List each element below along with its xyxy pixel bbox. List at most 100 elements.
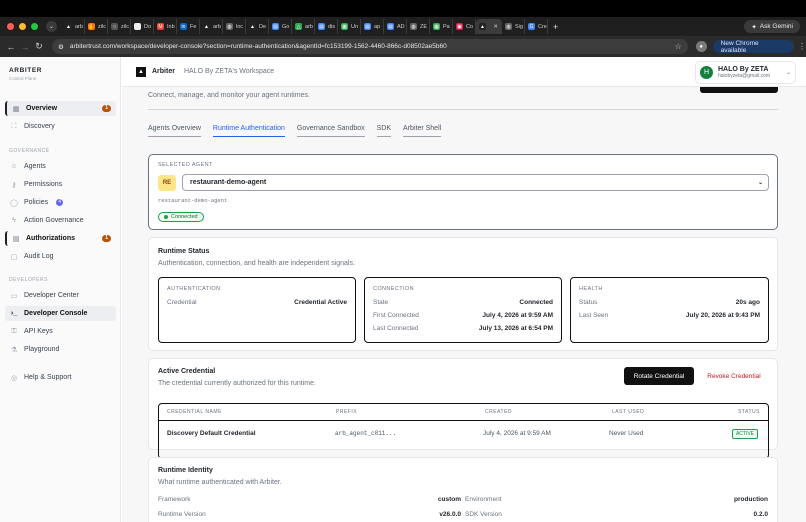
ask-gemini-label: Ask Gemini bbox=[759, 23, 793, 30]
sidebar-item-policies[interactable]: ◯ Policies 4 bbox=[5, 195, 116, 210]
sidebar-item-agents[interactable]: ☺ Agents bbox=[5, 159, 116, 174]
brand-subtitle: Control Plane bbox=[9, 76, 37, 81]
sidebar-item-label: Agents bbox=[24, 163, 46, 170]
browser-tab-label: arb bbox=[213, 23, 221, 30]
browser-tab-label: Pa bbox=[443, 23, 450, 30]
tab-search-icon[interactable]: ⌄ bbox=[46, 21, 57, 32]
tab-arbiter-shell[interactable]: Arbiter Shell bbox=[403, 125, 442, 137]
url-input[interactable]: ⚙ arbitertrust.com/workspace/developer-c… bbox=[52, 39, 688, 54]
policies-badge: 4 bbox=[56, 199, 64, 206]
browser-tab[interactable]: ▤ AD bbox=[384, 19, 407, 34]
browser-tab[interactable]: in Fe bbox=[177, 19, 200, 34]
prefix-cell: arb_agent_c811... bbox=[335, 430, 397, 437]
sidebar-item-developer-center[interactable]: ▭ Developer Center bbox=[5, 288, 116, 303]
agent-initials-badge: RE bbox=[158, 175, 176, 191]
maximize-window-icon[interactable] bbox=[31, 23, 38, 30]
user-menu[interactable]: H HALO By ZETA halobyzeta@gmail.com ⌄ bbox=[695, 61, 796, 84]
tab-governance-sandbox[interactable]: Governance Sandbox bbox=[296, 125, 365, 137]
sparkle-icon: ✦ bbox=[751, 23, 757, 31]
forward-arrow-icon[interactable]: → bbox=[18, 42, 32, 52]
runtime-status-title: Runtime Status bbox=[158, 248, 210, 255]
browser-tab[interactable]: ○ Do bbox=[131, 19, 154, 34]
browser-menu-icon[interactable]: ⋮ bbox=[798, 42, 806, 51]
new-chrome-available-button[interactable]: New Chrome available bbox=[712, 40, 795, 54]
sidebar-item-discovery[interactable]: ⛶ Discovery bbox=[5, 119, 116, 134]
created-cell: July 4, 2026 at 9:59 AM bbox=[483, 430, 551, 437]
browser-tab[interactable]: ▣ Co bbox=[453, 19, 476, 34]
drive-icon: △ bbox=[295, 23, 302, 30]
browser-tab[interactable]: ▲ arb bbox=[62, 19, 85, 34]
sidebar-item-api-keys[interactable]: ⚿ API Keys bbox=[5, 324, 116, 339]
browser-tab[interactable]: ▲ De bbox=[246, 19, 269, 34]
browser-tab-label: ap bbox=[374, 23, 381, 30]
connection-panel: CONNECTION State Connected First Connect… bbox=[364, 277, 562, 343]
state-row: State Connected bbox=[373, 299, 553, 306]
runtime-status-card: Runtime Status Authentication, connectio… bbox=[148, 237, 778, 351]
browser-tab[interactable]: ◍ loc bbox=[223, 19, 246, 34]
agent-select[interactable]: restaurant-demo-agent ⌄ bbox=[182, 174, 769, 191]
browser-tab[interactable]: ▤ ap bbox=[361, 19, 384, 34]
header-action-button[interactable] bbox=[700, 87, 778, 93]
revoke-credential-button[interactable]: Revoke Credential bbox=[699, 367, 769, 385]
browser-tab[interactable]: ▦ Pa bbox=[430, 19, 453, 34]
tab-agents-overview[interactable]: Agents Overview bbox=[148, 125, 201, 137]
sidebar-item-overview[interactable]: ▦ Overview 1 bbox=[5, 101, 116, 116]
overview-badge: 1 bbox=[102, 105, 111, 112]
first-connected-key: First Connected bbox=[373, 312, 419, 319]
close-tab-icon[interactable]: ✕ bbox=[493, 24, 498, 30]
browser-tab-label: arb bbox=[75, 23, 83, 30]
box-icon: ▣ bbox=[456, 23, 463, 30]
browser-tab-label: zilc bbox=[121, 23, 129, 30]
profile-avatar-icon[interactable]: ● bbox=[695, 41, 707, 52]
browser-tab[interactable]: M Inb bbox=[154, 19, 177, 34]
tab-runtime-authentication[interactable]: Runtime Authentication bbox=[212, 125, 285, 137]
bookmark-star-icon[interactable]: ☆ bbox=[675, 42, 682, 51]
sidebar-item-audit-log[interactable]: ▢ Audit Log bbox=[5, 249, 116, 264]
browser-tab[interactable]: ✋ zilc bbox=[85, 19, 108, 34]
new-tab-button[interactable]: + bbox=[553, 22, 558, 32]
credential-row: Credential Credential Active bbox=[167, 299, 347, 306]
minimize-window-icon[interactable] bbox=[19, 23, 26, 30]
sidebar-item-help[interactable]: ◎ Help & Support bbox=[5, 370, 116, 385]
browser-tab[interactable]: G Cre bbox=[525, 19, 548, 34]
environment-key: Environment bbox=[465, 496, 502, 503]
back-arrow-icon[interactable]: ← bbox=[4, 42, 18, 52]
browser-tab[interactable]: ▦ Un bbox=[338, 19, 361, 34]
site-info-icon[interactable]: ⚙ bbox=[58, 43, 64, 51]
browser-tab[interactable]: ◍ ZE bbox=[407, 19, 430, 34]
browser-tab[interactable]: ▲ ✕ bbox=[476, 19, 502, 34]
sidebar-item-playground[interactable]: ⚗ Playground bbox=[5, 342, 116, 357]
sidebar-item-authorizations[interactable]: ▤ Authorizations 1 bbox=[5, 231, 116, 246]
user-email: halobyzeta@gmail.com bbox=[718, 73, 771, 79]
main-content: Connect, manage, and monitor your agent … bbox=[122, 87, 806, 522]
ask-gemini-button[interactable]: ✦ Ask Gemini bbox=[744, 20, 800, 33]
last-used-cell: Never Used bbox=[609, 430, 644, 437]
authorizations-badge: 1 bbox=[102, 235, 111, 242]
circle-icon: ○ bbox=[134, 23, 141, 30]
tab-sdk[interactable]: SDK bbox=[376, 125, 392, 137]
browser-tab-label: Cre bbox=[538, 23, 547, 30]
sidebar-item-label: Discovery bbox=[24, 123, 55, 130]
close-window-icon[interactable] bbox=[7, 23, 14, 30]
browser-tab[interactable]: ▤ dis bbox=[315, 19, 338, 34]
browser-tab[interactable]: △ arb bbox=[292, 19, 315, 34]
credential-value: Credential Active bbox=[294, 299, 347, 306]
browser-tab[interactable]: ○ zilc bbox=[108, 19, 131, 34]
sidebar-item-label: Overview bbox=[26, 105, 58, 112]
sidebar-item-action-governance[interactable]: ϟ Action Governance bbox=[5, 213, 116, 228]
sidebar-item-developer-console[interactable]: ›_ Developer Console bbox=[5, 306, 116, 321]
reload-icon[interactable]: ↻ bbox=[32, 41, 46, 52]
status-badge: Connected bbox=[158, 212, 204, 222]
rotate-credential-button[interactable]: Rotate Credential bbox=[624, 367, 694, 385]
app-name: Arbiter bbox=[152, 68, 175, 75]
credential-key: Credential bbox=[167, 299, 197, 306]
sidebar-item-permissions[interactable]: ⚷ Permissions bbox=[5, 177, 116, 192]
last-seen-row: Last Seen July 20, 2026 at 9:43 PM bbox=[579, 312, 760, 319]
framework-row: Framework custom bbox=[158, 496, 461, 503]
authentication-title: AUTHENTICATION bbox=[167, 286, 221, 292]
browser-tab[interactable]: ◍ Sig bbox=[502, 19, 525, 34]
bot-icon: ☺ bbox=[10, 163, 18, 170]
browser-tab[interactable]: ▲ arb bbox=[200, 19, 223, 34]
browser-tab[interactable]: ▤ Go bbox=[269, 19, 292, 34]
console-tabs: Agents Overview Runtime Authentication G… bbox=[148, 125, 453, 137]
